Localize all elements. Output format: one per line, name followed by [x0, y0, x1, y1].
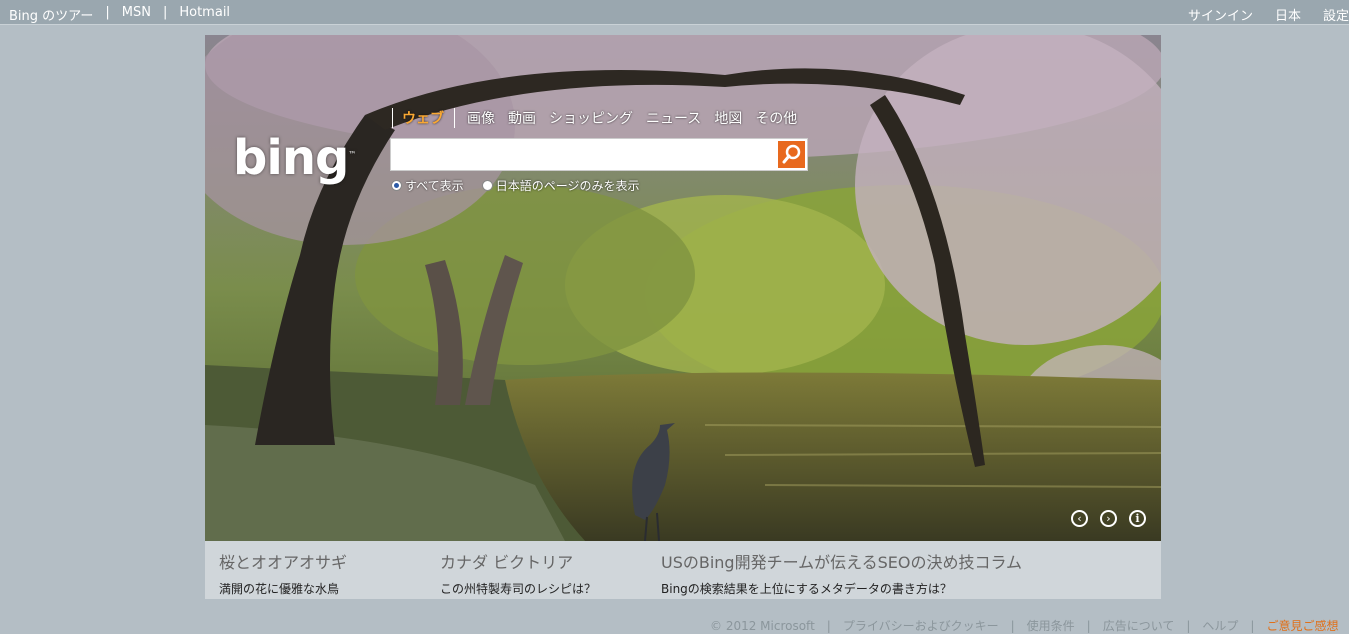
- divider: |: [1250, 619, 1255, 633]
- settings-link[interactable]: 設定: [1323, 9, 1349, 24]
- story-panel: 桜とオオアオサギ 満開の花に優雅な水鳥 カナダ ビクトリア この州特製寿司のレシ…: [205, 541, 1161, 599]
- footer-ads-link[interactable]: 広告について: [1103, 619, 1175, 633]
- search-button[interactable]: [778, 141, 805, 168]
- tour-link[interactable]: Bing のツアー: [9, 9, 93, 24]
- story-title[interactable]: USのBing開発チームが伝えるSEOの決め技コラム: [661, 549, 1022, 573]
- search-nav: ウェブ 画像 動画 ショッピング ニュース 地図 その他: [392, 108, 810, 128]
- signin-link[interactable]: サインイン: [1188, 9, 1253, 24]
- footer-feedback-link[interactable]: ご意見ご感想: [1266, 619, 1338, 633]
- radio-japanese-label: 日本語のページのみを表示: [495, 179, 640, 193]
- footer-help-link[interactable]: ヘルプ: [1202, 619, 1238, 633]
- divider: |: [826, 619, 831, 633]
- nav-maps[interactable]: 地図: [714, 108, 742, 128]
- divider: |: [162, 5, 168, 20]
- top-bar: Bing のツアー | MSN | Hotmail サインイン 日本 設定: [0, 0, 1349, 25]
- nav-more[interactable]: その他: [755, 108, 797, 128]
- story-subtitle[interactable]: この州特製寿司のレシピは？: [440, 580, 596, 597]
- story-title[interactable]: カナダ ビクトリア: [440, 549, 596, 573]
- story-item[interactable]: USのBing開発チームが伝えるSEOの決め技コラム Bingの検索結果を上位に…: [661, 549, 1022, 597]
- nav-web[interactable]: ウェブ: [392, 108, 455, 128]
- story-item[interactable]: カナダ ビクトリア この州特製寿司のレシピは？: [440, 549, 596, 597]
- nav-images[interactable]: 画像: [467, 108, 495, 128]
- top-left-links: Bing のツアー | MSN | Hotmail: [9, 5, 230, 24]
- copyright: © 2012 Microsoft: [710, 619, 815, 633]
- top-right-links: サインイン 日本 設定: [1166, 5, 1349, 24]
- radio-japanese-only[interactable]: 日本語のページのみを表示: [481, 177, 640, 194]
- nav-shopping[interactable]: ショッピング: [549, 108, 633, 128]
- divider: |: [1086, 619, 1091, 633]
- hotmail-link[interactable]: Hotmail: [179, 5, 230, 20]
- footer-terms-link[interactable]: 使用条件: [1027, 619, 1075, 633]
- region-link[interactable]: 日本: [1275, 9, 1301, 24]
- msn-link[interactable]: MSN: [122, 5, 151, 20]
- divider: |: [105, 5, 110, 20]
- nav-news[interactable]: ニュース: [646, 108, 701, 128]
- search-input[interactable]: [391, 139, 775, 170]
- search-box: [390, 138, 808, 171]
- story-subtitle[interactable]: Bingの検索結果を上位にするメタデータの書き方は？: [661, 580, 1022, 597]
- logo-tm: ™: [348, 150, 356, 159]
- info-icon[interactable]: i: [1129, 510, 1146, 527]
- next-image-icon[interactable]: ›: [1100, 510, 1117, 527]
- divider: |: [1010, 619, 1015, 633]
- nav-videos[interactable]: 動画: [508, 108, 536, 128]
- story-subtitle[interactable]: 満開の花に優雅な水鳥: [219, 580, 347, 597]
- radio-all-label: すべて表示: [405, 179, 464, 193]
- footer-privacy-link[interactable]: プライバシーおよびクッキー: [843, 619, 999, 633]
- story-title[interactable]: 桜とオオアオサギ: [219, 549, 347, 573]
- divider: |: [1186, 619, 1191, 633]
- radio-button[interactable]: [481, 180, 493, 191]
- bing-logo[interactable]: bing™: [233, 130, 356, 186]
- search-icon: [782, 144, 801, 164]
- story-item[interactable]: 桜とオオアオサギ 満開の花に優雅な水鳥: [219, 549, 347, 597]
- radio-all[interactable]: すべて表示: [391, 177, 464, 194]
- language-filter: すべて表示 日本語のページのみを表示: [391, 177, 657, 194]
- previous-image-icon[interactable]: ‹: [1071, 510, 1088, 527]
- logo-text: bing: [233, 130, 349, 186]
- radio-button-selected[interactable]: [391, 180, 402, 191]
